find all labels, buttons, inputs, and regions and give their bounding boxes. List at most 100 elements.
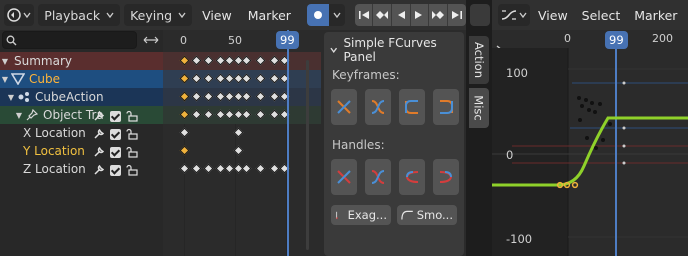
smooth-button[interactable]: Smo... (397, 205, 457, 225)
channel-y-location[interactable]: Y Location (0, 142, 163, 160)
keyframe[interactable] (179, 127, 190, 138)
next-keyframe-icon (431, 11, 444, 19)
playback-menu[interactable]: Playback (38, 4, 121, 26)
auto-handles-icon (439, 171, 453, 183)
expand-triangle-icon[interactable]: ▼ (14, 111, 24, 120)
tab-action[interactable]: Action (469, 36, 489, 84)
vector-handles-icon (405, 171, 419, 183)
graph-y-label: 100 (506, 66, 528, 80)
chevron-down-icon (178, 12, 186, 19)
wrench-icon[interactable] (93, 110, 105, 122)
jump-end-button[interactable] (447, 4, 466, 26)
playback-label: Playback (44, 7, 101, 23)
handle-vector-button[interactable] (399, 159, 425, 195)
jump-start-icon (358, 11, 369, 19)
keyframe[interactable] (255, 163, 266, 174)
keyframe-selected[interactable] (179, 145, 190, 156)
bezier-curve-icon (371, 100, 385, 114)
keyframe[interactable] (203, 163, 214, 174)
channel-z-location[interactable]: Z Location (0, 160, 163, 178)
tab-misc-label: Misc (472, 95, 486, 121)
graph-editor-canvas[interactable]: 0 200 99 100 0 -100 (492, 30, 688, 256)
graph-frame-tick: 0 (564, 32, 571, 45)
tab-misc[interactable]: Misc (469, 88, 489, 128)
mute-checkbox[interactable] (110, 146, 121, 158)
play-reverse-button[interactable] (392, 4, 411, 26)
editor-type-button[interactable] (4, 4, 35, 26)
channel-toggles-z (93, 164, 138, 176)
current-frame-indicator[interactable]: 99 (276, 31, 299, 49)
smooth-curve-icon (401, 210, 413, 220)
auto-keying-dropdown[interactable] (328, 4, 345, 26)
smooth-label: Smo... (416, 208, 453, 222)
dopesheet-scrollbar[interactable] (306, 60, 309, 250)
keyframe-interp-bezier-button[interactable] (365, 89, 391, 125)
chevron-down-icon (106, 12, 114, 19)
unlock-icon[interactable] (126, 164, 138, 176)
unlock-icon[interactable] (126, 146, 138, 158)
wrench-icon[interactable] (93, 146, 105, 158)
unlock-icon[interactable] (126, 110, 138, 122)
mute-checkbox[interactable] (110, 110, 121, 122)
mute-checkbox[interactable] (110, 164, 121, 176)
channel-search-input[interactable] (2, 31, 137, 49)
expand-triangle-icon[interactable]: ▼ (0, 57, 10, 66)
graph-marker-menu[interactable]: Marker (628, 4, 683, 26)
blender-window: Playback Keying View Marker ▼ Summary ▼ … (0, 0, 688, 256)
record-icon (313, 11, 322, 19)
graph-editor-icon (501, 10, 517, 20)
handle-aligned-button[interactable] (365, 159, 391, 195)
handle-free-button[interactable] (331, 159, 357, 195)
play-button[interactable] (410, 4, 430, 26)
panel-header[interactable]: Simple FCurves Panel (330, 36, 464, 64)
mesh-object-icon (10, 73, 26, 85)
channel-x-location[interactable]: X Location (0, 124, 163, 142)
channel-toggles-transform (93, 110, 138, 122)
channel-object-transforms[interactable]: ▼ Object Tra (0, 106, 163, 124)
dopesheet-header: Playback Keying View Marker (0, 0, 466, 30)
keying-menu[interactable]: Keying (124, 4, 193, 26)
view-menu[interactable]: View (196, 4, 238, 26)
marker-menu[interactable]: Marker (242, 4, 297, 26)
keyframe[interactable] (241, 163, 252, 174)
mute-checkbox[interactable] (110, 128, 121, 140)
channel-summary[interactable]: ▼ Summary (0, 52, 163, 70)
cross-handles-icon (337, 170, 351, 184)
header-spacer-button[interactable] (470, 4, 490, 26)
keyframe-ease-out-button[interactable] (433, 89, 459, 125)
unlock-icon[interactable] (126, 128, 138, 140)
wrench-icon[interactable] (93, 164, 105, 176)
expand-triangle-icon[interactable]: ▼ (6, 93, 16, 102)
graph-editor-type-button[interactable] (498, 4, 530, 26)
keyframe[interactable] (269, 163, 280, 174)
channel-label: CubeAction (35, 90, 104, 104)
keyframe-interp-linear-button[interactable] (331, 89, 357, 125)
graph-view-menu[interactable]: View (532, 4, 574, 26)
dopesheet-timeline[interactable]: 0 50 99 (163, 30, 321, 256)
channel-cubeaction[interactable]: ▼ CubeAction (0, 88, 163, 106)
channel-search-bar (0, 30, 163, 50)
keyframe[interactable] (179, 163, 190, 174)
graph-select-menu[interactable]: Select (576, 4, 627, 26)
handle-auto-button[interactable] (433, 159, 459, 195)
prev-keyframe-button[interactable] (373, 4, 393, 26)
exaggerate-label: Exag... (347, 208, 387, 222)
wrench-icon[interactable] (93, 128, 105, 140)
keyframes-section-label: Keyframes: (332, 68, 400, 82)
swap-filter-button[interactable] (141, 31, 161, 49)
keyframe[interactable] (191, 163, 202, 174)
graph-current-frame-indicator[interactable]: 99 (605, 31, 628, 49)
action-icon (16, 91, 32, 103)
channel-toggles-y (93, 146, 138, 158)
keyframe-ease-in-button[interactable] (399, 89, 425, 125)
auto-keying-button[interactable] (306, 4, 329, 26)
expand-triangle-icon[interactable]: ▼ (0, 75, 10, 84)
channel-label: Z Location (23, 162, 86, 176)
exaggerate-button[interactable]: Exag... (331, 205, 391, 225)
graph-frame-ruler[interactable]: 0 200 (492, 30, 688, 48)
channel-region: ▼ Summary ▼ Cube ▼ CubeAction ▼ Object T… (0, 30, 180, 256)
jump-start-button[interactable] (354, 4, 374, 26)
auto-keying-group (306, 4, 345, 26)
next-keyframe-button[interactable] (429, 4, 448, 26)
channel-cube[interactable]: ▼ Cube (0, 70, 163, 88)
